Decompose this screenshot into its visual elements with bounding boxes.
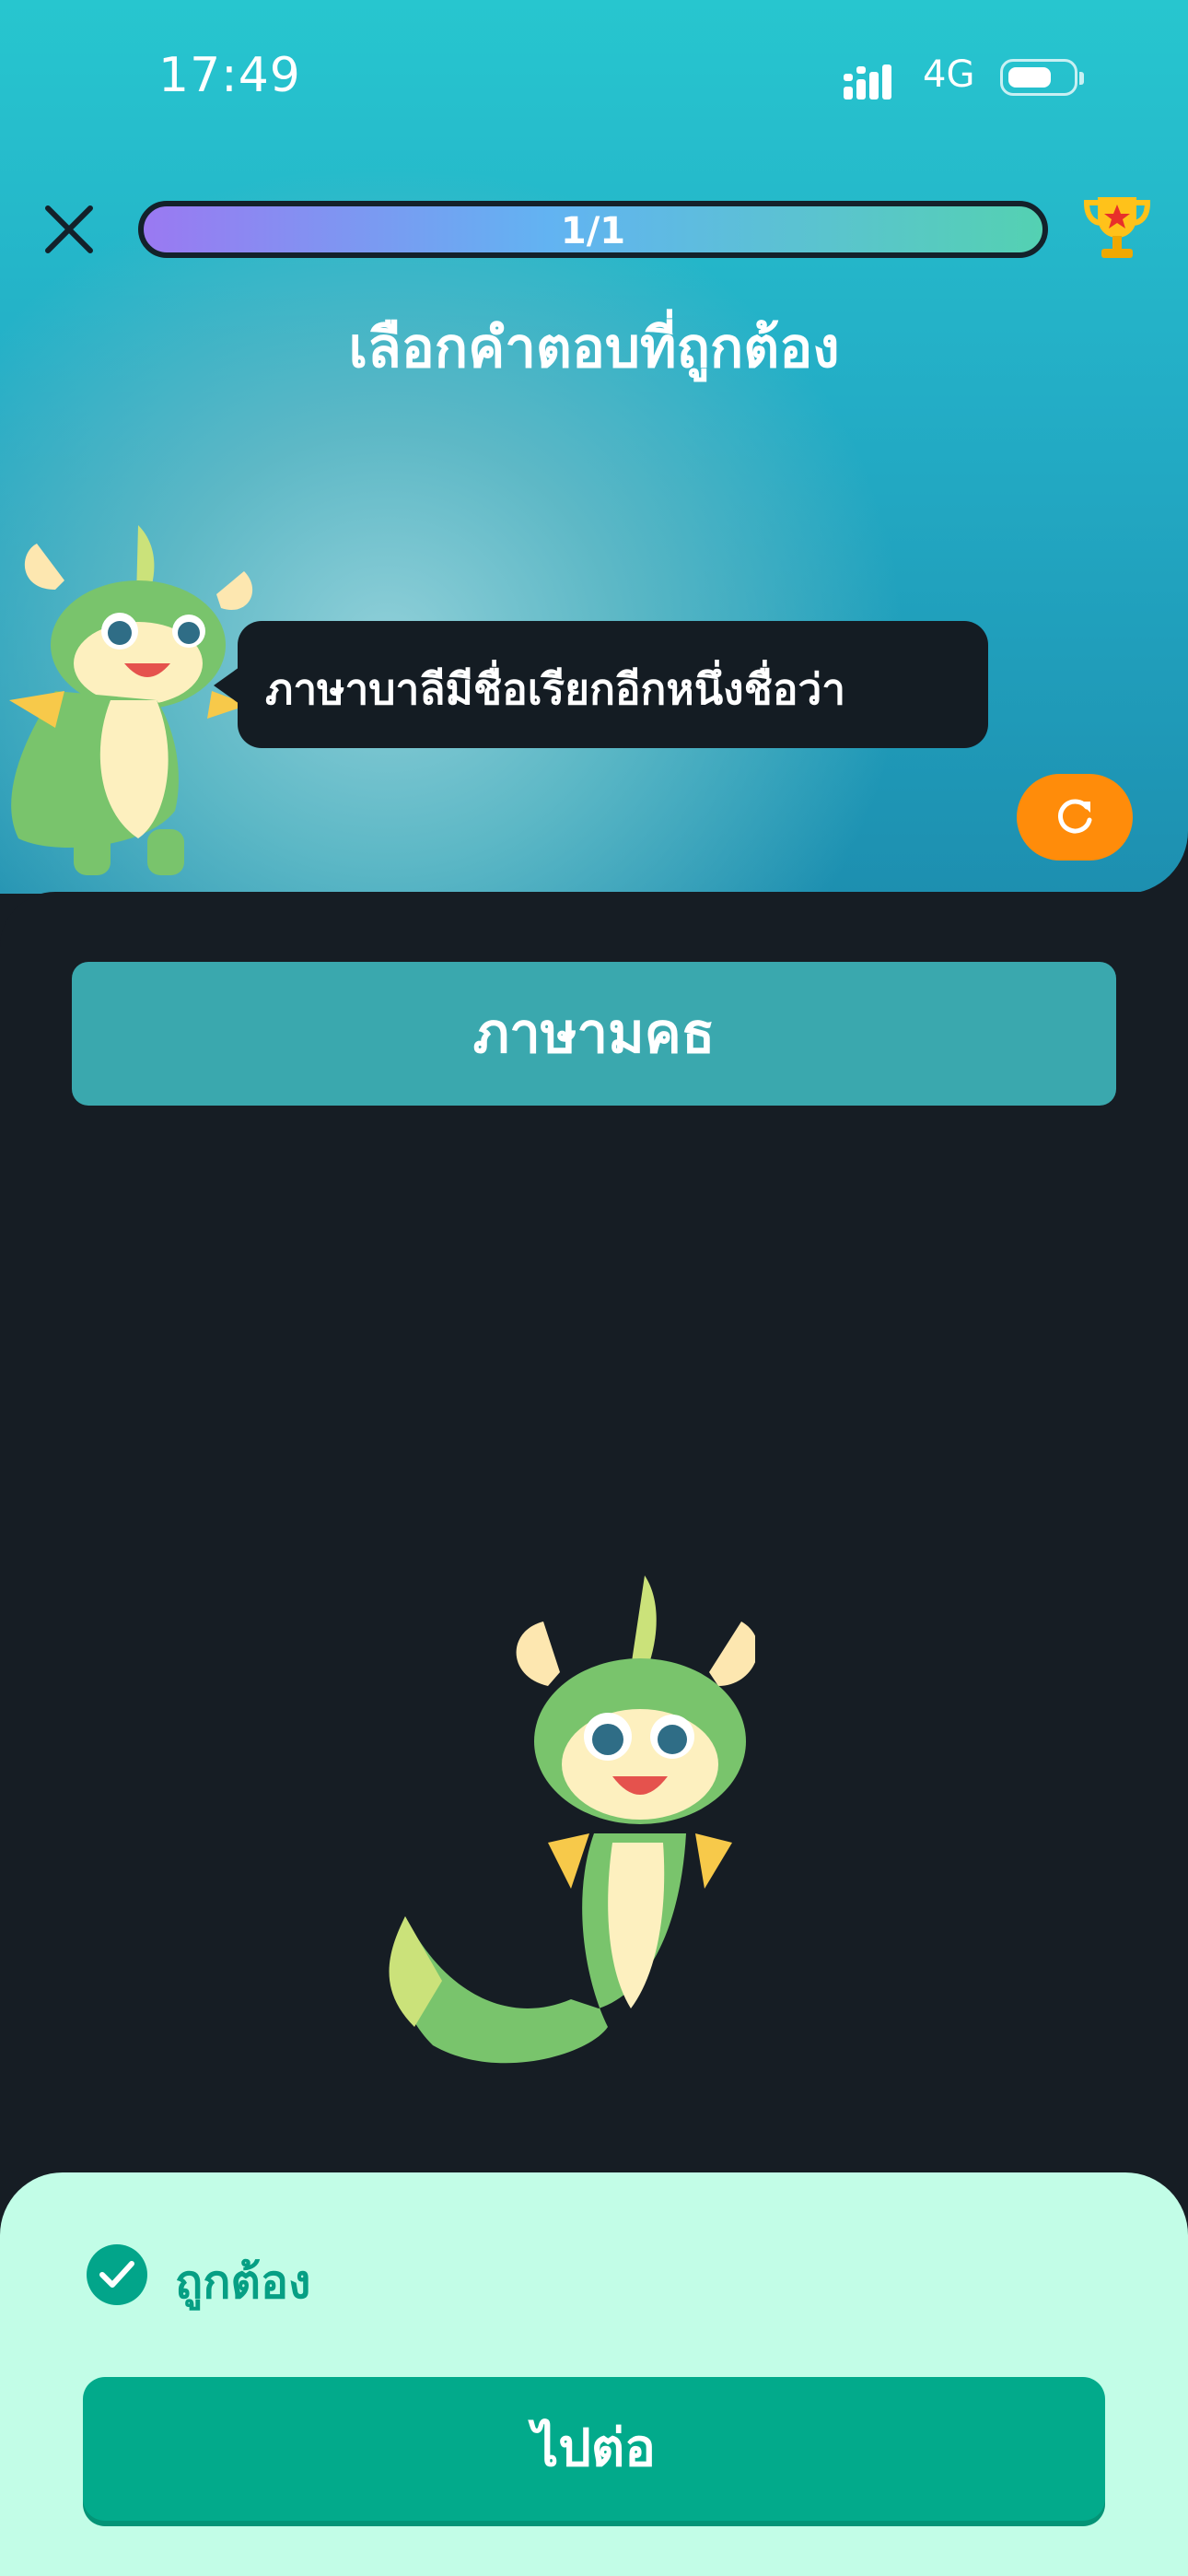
- network-type: 4G: [923, 53, 975, 96]
- battery-icon: [1000, 59, 1084, 96]
- check-circle-icon: [87, 2244, 147, 2305]
- replay-icon: [1058, 799, 1092, 834]
- signal-icon: [844, 64, 891, 100]
- progress-bar: 1/1: [138, 201, 1048, 258]
- trophy-icon[interactable]: [1079, 190, 1155, 265]
- replay-button[interactable]: [1017, 774, 1133, 861]
- status-bar: 17:49 4G: [0, 48, 1188, 112]
- question-prompt-bubble: ภาษาบาลีมีชื่อเรียกอีกหนึ่งชื่อว่า: [214, 621, 988, 748]
- close-icon[interactable]: [42, 203, 96, 256]
- continue-button[interactable]: ไปต่อ: [83, 2377, 1105, 2521]
- progress-label: 1/1: [560, 210, 626, 252]
- status-time: 17:49: [158, 48, 301, 103]
- result-label: ถูกต้อง: [175, 2255, 311, 2309]
- selected-answer-option[interactable]: ภาษามคธ: [72, 962, 1116, 1106]
- instruction-title: เลือกคำตอบที่ถูกต้อง: [348, 316, 840, 381]
- result-sheet: ถูกต้อง ไปต่อ: [0, 2172, 1188, 2576]
- dragon-mascot-celebrating-illustration: [389, 1575, 755, 2064]
- corner-divider: [0, 892, 1188, 947]
